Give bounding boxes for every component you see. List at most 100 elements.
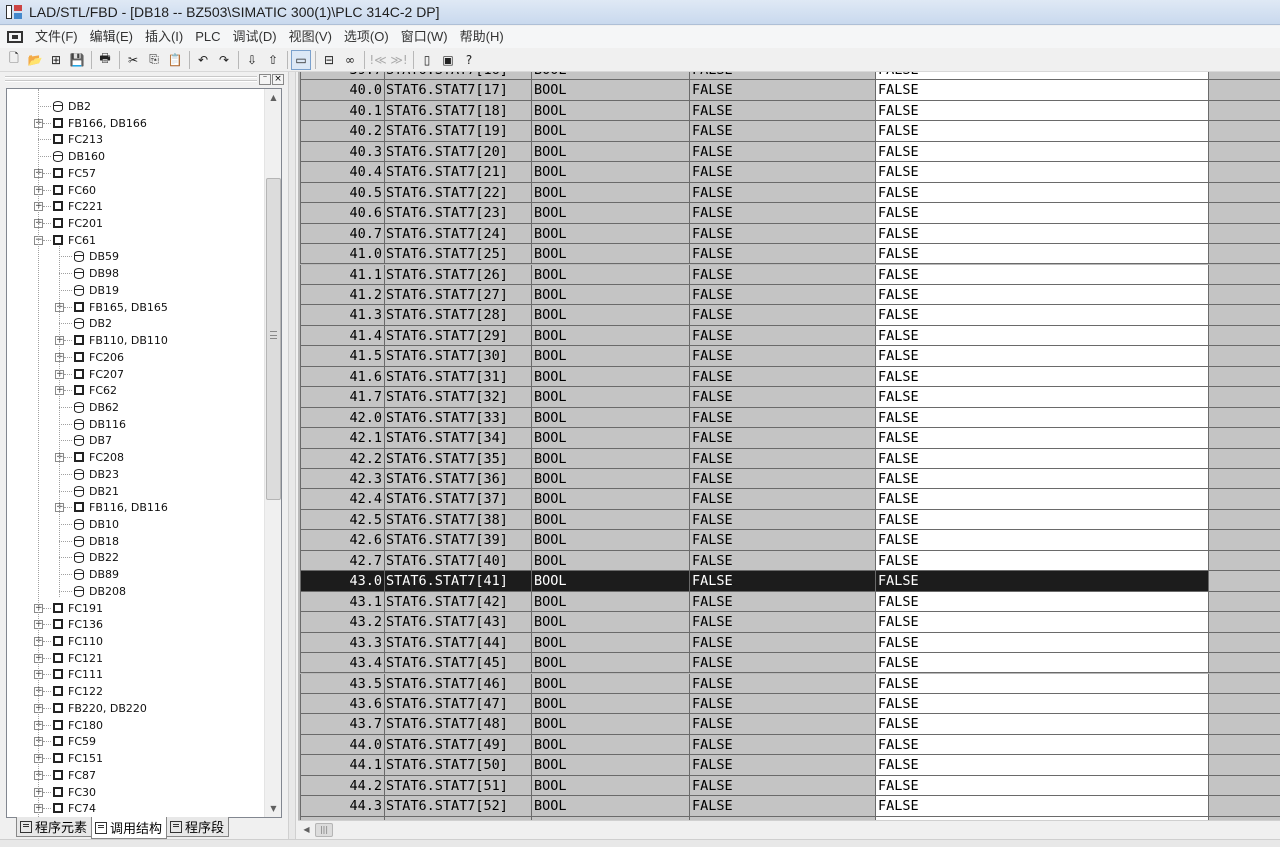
scroll-down-arrow-icon[interactable]: ▼	[265, 800, 281, 817]
tree-item[interactable]: DB89	[7, 566, 263, 583]
actual-value-cell[interactable]: FALSE	[876, 244, 1209, 265]
tree-item[interactable]: + FC180	[7, 717, 263, 734]
tree-item[interactable]: − FC61	[7, 232, 263, 249]
table-row[interactable]: 40.1 STAT6.STAT7[18] BOOL FALSE FALSE	[298, 100, 1280, 122]
tree-item[interactable]: DB23	[7, 466, 263, 483]
details-icon[interactable]: ▣	[438, 50, 458, 70]
table-row[interactable]: 43.6 STAT6.STAT7[47] BOOL FALSE FALSE	[298, 693, 1280, 715]
table-row[interactable]: 43.1 STAT6.STAT7[42] BOOL FALSE FALSE	[298, 591, 1280, 613]
next-error-icon[interactable]: ≫!	[389, 50, 409, 70]
table-row[interactable]: 42.1 STAT6.STAT7[34] BOOL FALSE FALSE	[298, 428, 1280, 449]
table-row[interactable]: 44.0 STAT6.STAT7[49] BOOL FALSE FALSE	[298, 734, 1280, 756]
table-row[interactable]: 41.6 STAT6.STAT7[31] BOOL FALSE FALSE	[298, 366, 1280, 388]
network-icon[interactable]: ⊟	[319, 50, 339, 70]
actual-value-cell[interactable]: FALSE	[876, 387, 1209, 408]
tree-item[interactable]: FC213	[7, 131, 263, 148]
scroll-left-arrow-icon[interactable]: ◀	[298, 821, 315, 839]
tree-item[interactable]: + FC121	[7, 650, 263, 667]
table-row[interactable]: 39.7STAT6.STAT7[16]BOOLFALSEFALSE	[298, 72, 1280, 81]
table-row[interactable]: 40.4 STAT6.STAT7[21] BOOL FALSE FALSE	[298, 162, 1280, 183]
tree-item[interactable]: + FC59	[7, 733, 263, 750]
tree-item[interactable]: + FC57	[7, 165, 263, 182]
actual-value-cell[interactable]: FALSE	[876, 305, 1209, 326]
tree-item[interactable]: + FC122	[7, 683, 263, 700]
tree-item[interactable]: + FB220, DB220	[7, 700, 263, 717]
menu-item-1[interactable]: 编辑(E)	[84, 27, 139, 47]
menu-item-5[interactable]: 视图(V)	[283, 27, 338, 47]
tree-item[interactable]: DB22	[7, 549, 263, 566]
menu-item-7[interactable]: 窗口(W)	[395, 27, 454, 47]
actual-value-cell[interactable]: FALSE	[876, 714, 1209, 735]
table-row[interactable]: 43.0 STAT6.STAT7[41] BOOL FALSE FALSE	[298, 571, 1280, 592]
tree-item[interactable]: + FC111	[7, 666, 263, 683]
actual-value-cell[interactable]: FALSE	[876, 141, 1209, 163]
table-row[interactable]: 42.4 STAT6.STAT7[37] BOOL FALSE FALSE	[298, 489, 1280, 510]
load-cpu-icon[interactable]: ⇩	[242, 50, 262, 70]
toggle-overview-icon[interactable]: ▯	[417, 50, 437, 70]
menu-item-2[interactable]: 插入(I)	[139, 27, 189, 47]
tree-item[interactable]: DB7	[7, 432, 263, 449]
help-icon[interactable]: ?	[459, 50, 479, 70]
tree-item[interactable]: DB62	[7, 399, 263, 416]
table-row[interactable]: 41.0 STAT6.STAT7[25] BOOL FALSE FALSE	[298, 244, 1280, 265]
close-panel-button[interactable]: ×	[272, 74, 284, 85]
menu-item-0[interactable]: 文件(F)	[29, 27, 84, 47]
undo-icon[interactable]: ↶	[193, 50, 213, 70]
tree-item[interactable]: + FC62	[7, 382, 263, 399]
actual-value-cell[interactable]: FALSE	[876, 72, 1209, 81]
table-row[interactable]: 44.3 STAT6.STAT7[52] BOOL FALSE FALSE	[298, 796, 1280, 817]
tab-networks[interactable]: 程序段	[166, 817, 230, 837]
tree-item[interactable]: + FB116, DB116	[7, 499, 263, 516]
tree-item[interactable]: + FC151	[7, 750, 263, 767]
download-icon[interactable]: ⇧	[263, 50, 283, 70]
tree-item[interactable]: DB18	[7, 533, 263, 550]
tree-item[interactable]: DB160	[7, 148, 263, 165]
actual-value-cell[interactable]: FALSE	[876, 448, 1209, 469]
tree-item[interactable]: + FC87	[7, 767, 263, 784]
save-icon[interactable]: 💾	[67, 50, 87, 70]
call-structure-tree[interactable]: DB2 + FB166, DB166 FC213 DB160 + FC57 + FC60 + FC2…	[6, 88, 282, 818]
copy-icon[interactable]: ⎘	[144, 50, 164, 70]
actual-value-cell[interactable]: FALSE	[876, 653, 1209, 674]
actual-value-cell[interactable]: FALSE	[876, 80, 1209, 101]
tree-item[interactable]: DB59	[7, 248, 263, 265]
tree-item[interactable]: + FB165, DB165	[7, 299, 263, 316]
table-row[interactable]: 43.5 STAT6.STAT7[46] BOOL FALSE FALSE	[298, 673, 1280, 694]
actual-value-cell[interactable]: FALSE	[876, 121, 1209, 142]
actual-value-cell[interactable]: FALSE	[876, 366, 1209, 388]
document-window-icon[interactable]	[7, 31, 23, 43]
tree-item[interactable]: DB21	[7, 483, 263, 500]
actual-value-cell[interactable]: FALSE	[876, 591, 1209, 613]
accessible-nodes-icon[interactable]: ⊞	[46, 50, 66, 70]
prev-error-icon[interactable]: !≪	[368, 50, 388, 70]
tab-program-elements[interactable]: 程序元素	[16, 817, 93, 837]
table-row[interactable]: 43.4 STAT6.STAT7[45] BOOL FALSE FALSE	[298, 653, 1280, 674]
tree-item[interactable]: DB2	[7, 98, 263, 115]
actual-value-cell[interactable]: FALSE	[876, 428, 1209, 449]
table-row[interactable]: 40.0 STAT6.STAT7[17] BOOL FALSE FALSE	[298, 80, 1280, 101]
actual-value-cell[interactable]: FALSE	[876, 407, 1209, 429]
restore-panel-button[interactable]: ⁻	[259, 74, 271, 85]
actual-value-cell[interactable]: FALSE	[876, 775, 1209, 797]
table-row[interactable]: 42.3 STAT6.STAT7[36] BOOL FALSE FALSE	[298, 469, 1280, 490]
cut-icon[interactable]: ✂	[123, 50, 143, 70]
menu-item-8[interactable]: 帮助(H)	[454, 27, 510, 47]
table-row[interactable]: 44.1 STAT6.STAT7[50] BOOL FALSE FALSE	[298, 755, 1280, 776]
actual-value-cell[interactable]: FALSE	[876, 264, 1209, 285]
print-icon[interactable]: 🖶	[95, 50, 115, 70]
table-row[interactable]: 40.7 STAT6.STAT7[24] BOOL FALSE FALSE	[298, 223, 1280, 245]
actual-value-cell[interactable]: FALSE	[876, 182, 1209, 204]
hscroll-thumb[interactable]: |||	[315, 823, 333, 837]
tab-call-structure[interactable]: 调用结构	[91, 817, 168, 839]
tree-item[interactable]: + FC191	[7, 600, 263, 617]
tree-item[interactable]: + FC208	[7, 449, 263, 466]
actual-value-cell[interactable]: FALSE	[876, 734, 1209, 756]
actual-value-cell[interactable]: FALSE	[876, 530, 1209, 551]
paste-icon[interactable]: 📋	[165, 50, 185, 70]
tree-item[interactable]: + FC110	[7, 633, 263, 650]
redo-icon[interactable]: ↷	[214, 50, 234, 70]
actual-value-cell[interactable]: FALSE	[876, 550, 1209, 572]
actual-value-cell[interactable]: FALSE	[876, 325, 1209, 347]
tree-item[interactable]: DB2	[7, 315, 263, 332]
tree-item[interactable]: DB116	[7, 416, 263, 433]
